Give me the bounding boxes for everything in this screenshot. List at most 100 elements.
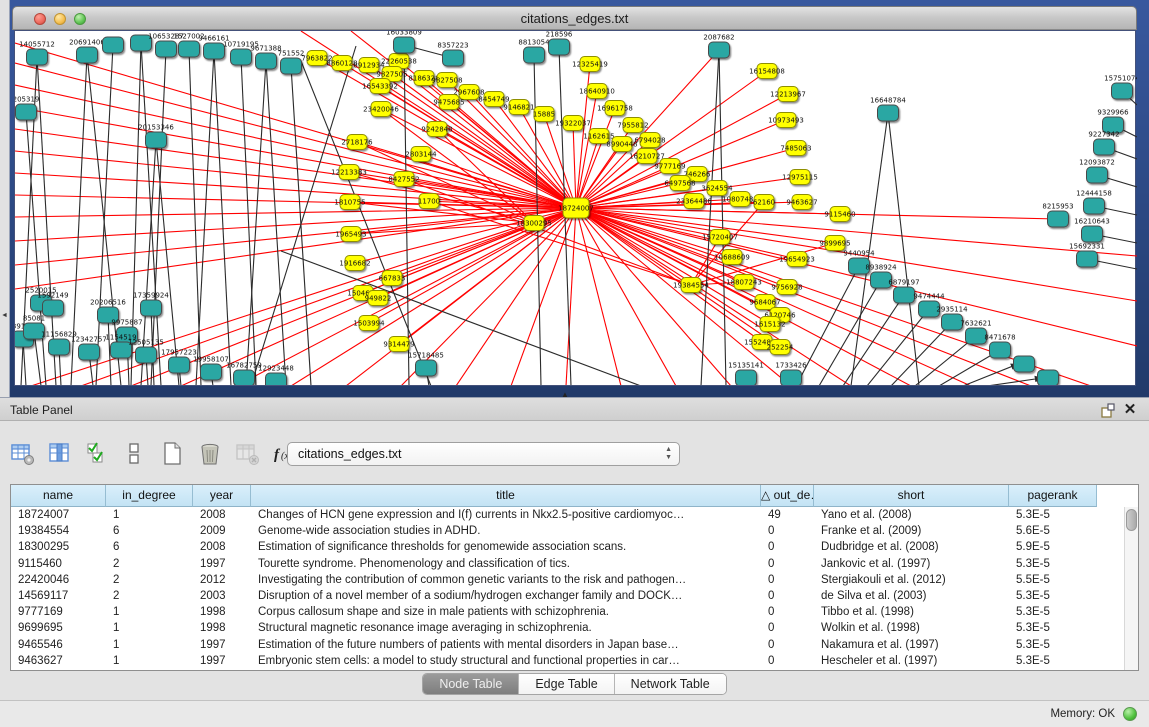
network-node[interactable] — [103, 37, 124, 53]
network-node[interactable]: 1592149 — [37, 292, 68, 317]
network-edge[interactable] — [266, 61, 286, 385]
network-node[interactable]: 23364486 — [676, 194, 712, 209]
network-node[interactable]: 11700 — [418, 194, 440, 209]
network-node[interactable]: 18640910 — [579, 84, 615, 99]
tab-network-table[interactable]: Network Table — [615, 674, 726, 694]
table-row[interactable]: 1872400712008Changes of HCN gene express… — [11, 507, 1124, 523]
network-node[interactable]: 2087682 — [703, 34, 734, 59]
network-node[interactable]: 9227342 — [1088, 131, 1119, 156]
network-node[interactable]: 12213967 — [770, 87, 806, 102]
close-panel-button[interactable]: ✕ — [1121, 402, 1139, 419]
tab-edge-table[interactable]: Edge Table — [519, 674, 614, 694]
column-header-title[interactable]: title — [251, 485, 761, 507]
network-node[interactable]: 23420046 — [363, 102, 399, 117]
network-node[interactable]: 9756928 — [771, 280, 802, 295]
network-edge[interactable] — [251, 46, 356, 385]
network-node[interactable]: 1916682 — [339, 256, 370, 271]
network-node[interactable]: 62160 — [753, 195, 775, 210]
column-header-out_de[interactable]: △ out_de… — [761, 485, 814, 507]
network-node[interactable]: 19654923 — [779, 252, 815, 267]
network-node[interactable]: 18724007 — [558, 198, 594, 218]
network-edge[interactable] — [380, 86, 576, 208]
network-node[interactable]: 751552 — [278, 50, 305, 75]
table-row[interactable]: 946362711997Embryonic stem cells: a mode… — [11, 653, 1124, 669]
delete-columns-icon[interactable] — [197, 441, 223, 467]
network-edge[interactable] — [404, 45, 409, 385]
network-edge[interactable] — [573, 123, 576, 208]
network-node[interactable]: 1503994 — [353, 316, 385, 331]
column-header-name[interactable]: name — [11, 485, 106, 507]
column-header-short[interactable]: short — [814, 485, 1009, 507]
new-column-icon[interactable] — [160, 441, 186, 467]
network-node[interactable]: 15885 — [533, 107, 555, 122]
network-node[interactable]: 15720407 — [702, 230, 738, 245]
network-edge[interactable] — [31, 208, 576, 385]
network-node[interactable]: 7485063 — [780, 141, 811, 156]
float-panel-button[interactable] — [1099, 402, 1117, 419]
network-node[interactable]: 19322037 — [555, 116, 591, 131]
network-edge[interactable] — [867, 309, 929, 385]
network-edge[interactable] — [576, 208, 770, 324]
network-node[interactable]: 8215953 — [1042, 203, 1073, 228]
network-node[interactable]: 12444158 — [1076, 190, 1112, 215]
network-node[interactable]: 16648784 — [870, 97, 906, 122]
network-graph[interactable]: 1872400719384554183002957963822886012889… — [15, 31, 1137, 385]
select-all-icon[interactable] — [85, 441, 111, 467]
network-edge[interactable] — [196, 51, 214, 385]
table-mode-icon[interactable] — [10, 441, 36, 467]
network-node[interactable]: 8471678 — [984, 334, 1015, 359]
column-header-in_degree[interactable]: in_degree — [106, 485, 193, 507]
network-edge[interactable] — [236, 208, 576, 385]
network-node[interactable]: 16033809 — [386, 31, 422, 53]
network-node[interactable]: 949822 — [365, 291, 392, 306]
table-row[interactable]: 969969511998Structural magnetic resonanc… — [11, 620, 1124, 636]
network-node[interactable]: 20153346 — [138, 124, 174, 149]
network-node[interactable]: 12093872 — [1079, 159, 1115, 184]
table-row[interactable]: 2242004622012Investigating the contribut… — [11, 572, 1124, 588]
network-node[interactable]: 20691406 — [69, 39, 105, 64]
network-edge[interactable] — [404, 179, 691, 285]
network-node[interactable]: 16210643 — [1074, 218, 1110, 243]
network-node[interactable]: 205319 — [15, 96, 39, 121]
table-row[interactable]: 946554611997Estimation of the future num… — [11, 637, 1124, 653]
network-edge[interactable] — [241, 57, 256, 385]
table-row[interactable]: 977716911998Corpus callosum shape and si… — [11, 604, 1124, 620]
network-node[interactable]: 17359924 — [133, 292, 169, 317]
table-row[interactable]: 1938455462009Genome-wide association stu… — [11, 523, 1124, 539]
network-edge[interactable] — [888, 113, 919, 385]
network-node[interactable]: 8813054 — [518, 39, 550, 64]
collapse-panel-arrow-icon[interactable]: ◄ — [1, 312, 8, 319]
network-node[interactable]: 16961758 — [597, 101, 633, 116]
tab-node-table[interactable]: Node Table — [423, 674, 519, 694]
scrollbar-thumb[interactable] — [1126, 509, 1137, 531]
network-node[interactable]: 15751074 — [1104, 75, 1137, 100]
network-node[interactable]: 12342757 — [71, 336, 107, 361]
column-header-year[interactable]: year — [193, 485, 251, 507]
network-node[interactable]: 667833 — [379, 271, 406, 286]
network-node[interactable] — [1014, 356, 1035, 372]
network-node[interactable]: 12975115 — [782, 170, 818, 185]
table-row[interactable]: 911546021997Tourette syndrome. Phenomeno… — [11, 556, 1124, 572]
network-node[interactable]: 9115460 — [824, 207, 855, 222]
network-node[interactable]: 19958107 — [193, 356, 229, 381]
network-node[interactable]: 9899695 — [819, 236, 850, 251]
network-edge[interactable] — [576, 208, 762, 342]
network-edge[interactable] — [349, 172, 534, 223]
network-node[interactable]: 16210727 — [629, 149, 665, 164]
network-node[interactable]: 9314479 — [383, 337, 414, 352]
network-canvas[interactable]: 1872400719384554183002957963822886012889… — [14, 30, 1136, 386]
column-visibility-icon[interactable] — [47, 441, 73, 467]
network-node[interactable]: 15135141 — [728, 362, 764, 386]
table-vertical-scrollbar[interactable] — [1124, 507, 1138, 670]
network-node[interactable] — [1038, 370, 1059, 385]
network-edge[interactable] — [15, 107, 576, 208]
network-node[interactable]: 6794028 — [634, 133, 665, 148]
network-node[interactable]: 9463627 — [786, 195, 817, 210]
table-selector-dropdown[interactable]: citations_edges.txt ▲▼ — [287, 442, 680, 466]
network-node[interactable]: 16782759 — [226, 362, 262, 386]
network-edge[interactable] — [576, 91, 597, 208]
network-node[interactable]: 252254 — [767, 340, 794, 355]
network-edge[interactable] — [576, 208, 1031, 385]
network-window-titlebar[interactable]: citations_edges.txt — [12, 6, 1137, 30]
network-node[interactable]: 7955812 — [617, 118, 648, 133]
